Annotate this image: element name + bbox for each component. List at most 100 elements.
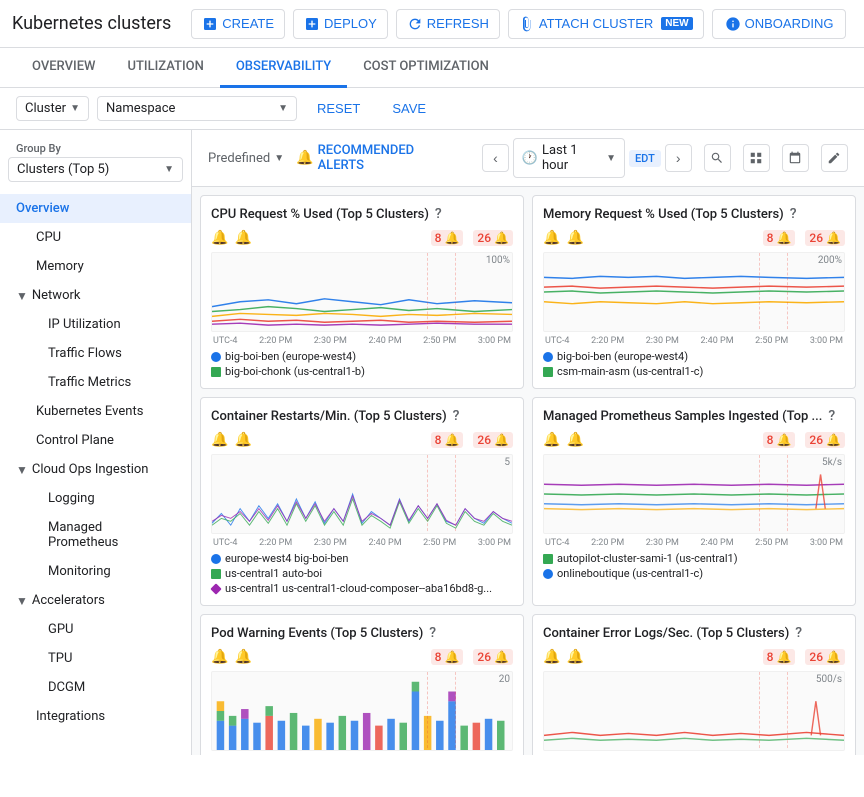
time-range-button[interactable]: 🕐 Last 1 hour ▼ — [513, 138, 625, 178]
sidebar-item-traffic-flows[interactable]: Traffic Flows — [0, 339, 191, 368]
tabs-bar: OVERVIEW UTILIZATION OBSERVABILITY COST … — [0, 48, 864, 88]
sidebar-item-monitoring[interactable]: Monitoring — [0, 557, 191, 586]
alert-num-8: 8 🔔 — [763, 649, 796, 665]
save-button[interactable]: SAVE — [380, 97, 438, 120]
predefined-dropdown[interactable]: Predefined ▼ — [208, 151, 284, 166]
grid-view-button[interactable] — [743, 144, 770, 172]
recommended-alerts-button[interactable]: 🔔 RECOMMENDED ALERTS — [296, 143, 458, 173]
pod-help-icon[interactable]: ? — [429, 625, 436, 641]
bell-icon: 🔔 — [296, 150, 313, 166]
chart-managed-prometheus: Managed Prometheus Samples Ingested (Top… — [532, 397, 856, 606]
legend-dot — [543, 352, 553, 362]
legend-item: us-central1 auto-boi — [211, 567, 513, 580]
sidebar-item-control-plane[interactable]: Control Plane — [0, 426, 191, 455]
prometheus-chart-area: 5k/s — [543, 454, 845, 534]
edit-button[interactable] — [821, 144, 848, 172]
sidebar-item-logging[interactable]: Logging — [0, 484, 191, 513]
network-expand-icon: ▼ — [16, 289, 28, 303]
alert-bell-2: 🔔 — [566, 432, 583, 448]
timezone-badge: EDT — [629, 150, 661, 167]
reset-button[interactable]: RESET — [305, 97, 372, 120]
chart-error-logs-title: Container Error Logs/Sec. (Top 5 Cluster… — [543, 625, 845, 641]
sidebar-item-kubernetes-events[interactable]: Kubernetes Events — [0, 397, 191, 426]
cluster-filter[interactable]: Cluster ▼ — [16, 96, 89, 121]
memory-chart-area: 200% — [543, 252, 845, 332]
sidebar-item-traffic-metrics[interactable]: Traffic Metrics — [0, 368, 191, 397]
sidebar-section-groupby: Group By Clusters (Top 5) ▼ — [0, 130, 191, 194]
sidebar-item-dcgm[interactable]: DCGM — [0, 673, 191, 702]
cpu-help-icon[interactable]: ? — [435, 206, 442, 222]
content-area: Group By Clusters (Top 5) ▼ Overview CPU… — [0, 130, 864, 755]
alert-bell-1: 🔔 — [211, 432, 228, 448]
legend-dot — [210, 583, 221, 594]
alert-bell-1: 🔔 — [211, 649, 228, 665]
sidebar-item-cpu[interactable]: CPU — [0, 223, 191, 252]
memory-legend: big-boi-ben (europe-west4) csm-main-asm … — [543, 350, 845, 378]
deploy-button[interactable]: DEPLOY — [293, 9, 388, 39]
search-button[interactable] — [704, 144, 731, 172]
restarts-x-axis: UTC-4 2:20 PM 2:30 PM 2:40 PM 2:50 PM 3:… — [211, 538, 513, 548]
group-by-select[interactable]: Clusters (Top 5) ▼ — [8, 157, 183, 182]
prometheus-legend: autopilot-cluster-sami-1 (us-central1) o… — [543, 552, 845, 580]
legend-dot — [211, 367, 221, 377]
chart-pod-title: Pod Warning Events (Top 5 Clusters) ? — [211, 625, 513, 641]
chart-restarts-title: Container Restarts/Min. (Top 5 Clusters)… — [211, 408, 513, 424]
chart-memory-title: Memory Request % Used (Top 5 Clusters) ? — [543, 206, 845, 222]
legend-item: us-central1 us-central1-cloud-composer--… — [211, 582, 513, 595]
deploy-icon — [304, 16, 320, 32]
onboarding-button[interactable]: ONBOARDING — [712, 9, 847, 39]
cpu-legend: big-boi-ben (europe-west4) big-boi-chonk… — [211, 350, 513, 378]
memory-x-axis: UTC-4 2:20 PM 2:30 PM 2:40 PM 2:50 PM 3:… — [543, 336, 845, 346]
sidebar-item-integrations[interactable]: Integrations — [0, 702, 191, 731]
namespace-filter-chevron: ▼ — [278, 103, 288, 114]
cloud-ops-expand-icon: ▼ — [16, 463, 28, 477]
tab-cost-optimization[interactable]: COST OPTIMIZATION — [347, 48, 505, 88]
alert-bell-1: 🔔 — [543, 432, 560, 448]
legend-dot — [543, 554, 553, 564]
group-by-label: Group By — [0, 134, 191, 157]
page-title: Kubernetes clusters — [12, 13, 171, 34]
create-icon — [202, 16, 218, 32]
restarts-help-icon[interactable]: ? — [453, 408, 460, 424]
sidebar-item-memory[interactable]: Memory — [0, 252, 191, 281]
sidebar-item-ip-utilization[interactable]: IP Utilization — [0, 310, 191, 339]
time-prev-button[interactable]: ‹ — [482, 144, 509, 172]
refresh-button[interactable]: REFRESH — [396, 9, 500, 39]
alert-num-8: 8 🔔 — [763, 230, 796, 246]
error-logs-help-icon[interactable]: ? — [795, 625, 802, 641]
edit-icon — [827, 151, 841, 165]
tab-utilization[interactable]: UTILIZATION — [111, 48, 219, 88]
tab-observability[interactable]: OBSERVABILITY — [220, 48, 347, 88]
sidebar-item-tpu[interactable]: TPU — [0, 644, 191, 673]
sidebar-item-accelerators[interactable]: ▼ Accelerators — [0, 586, 191, 615]
alert-num-26: 26 🔔 — [473, 649, 513, 665]
memory-help-icon[interactable]: ? — [790, 206, 797, 222]
tab-overview[interactable]: OVERVIEW — [16, 48, 111, 88]
sidebar-item-network[interactable]: ▼ Network — [0, 281, 191, 310]
grid-icon — [749, 151, 763, 165]
attach-cluster-button[interactable]: ATTACH CLUSTER NEW — [508, 9, 704, 39]
sidebar-item-managed-prometheus[interactable]: Managed Prometheus — [0, 513, 191, 557]
pod-alert-row: 🔔 🔔 8 🔔 26 🔔 — [211, 649, 513, 665]
sidebar-item-overview[interactable]: Overview — [0, 194, 191, 223]
cpu-alert-row: 🔔 🔔 8 🔔 26 🔔 — [211, 230, 513, 246]
sidebar-item-gpu[interactable]: GPU — [0, 615, 191, 644]
restarts-legend: europe-west4 big-boi-ben us-central1 aut… — [211, 552, 513, 595]
create-button[interactable]: CREATE — [191, 9, 285, 39]
attach-icon — [519, 16, 535, 32]
namespace-filter[interactable]: Namespace ▼ — [97, 96, 297, 121]
legend-item: autopilot-cluster-sami-1 (us-central1) — [543, 552, 845, 565]
calendar-button[interactable] — [782, 144, 809, 172]
restarts-alert-row: 🔔 🔔 8 🔔 26 🔔 — [211, 432, 513, 448]
sidebar-item-cloud-ops[interactable]: ▼ Cloud Ops Ingestion — [0, 455, 191, 484]
error-logs-chart-area: 500/s — [543, 671, 845, 751]
chart-memory-request: Memory Request % Used (Top 5 Clusters) ?… — [532, 195, 856, 389]
prometheus-help-icon[interactable]: ? — [828, 408, 835, 424]
chart-container-restarts: Container Restarts/Min. (Top 5 Clusters)… — [200, 397, 524, 606]
alert-num-8: 8 🔔 — [763, 432, 796, 448]
alert-num-26: 26 🔔 — [805, 649, 845, 665]
alert-bell-2: 🔔 — [234, 432, 251, 448]
alert-bell-2: 🔔 — [566, 649, 583, 665]
time-next-button[interactable]: › — [665, 144, 692, 172]
legend-dot — [543, 569, 553, 579]
